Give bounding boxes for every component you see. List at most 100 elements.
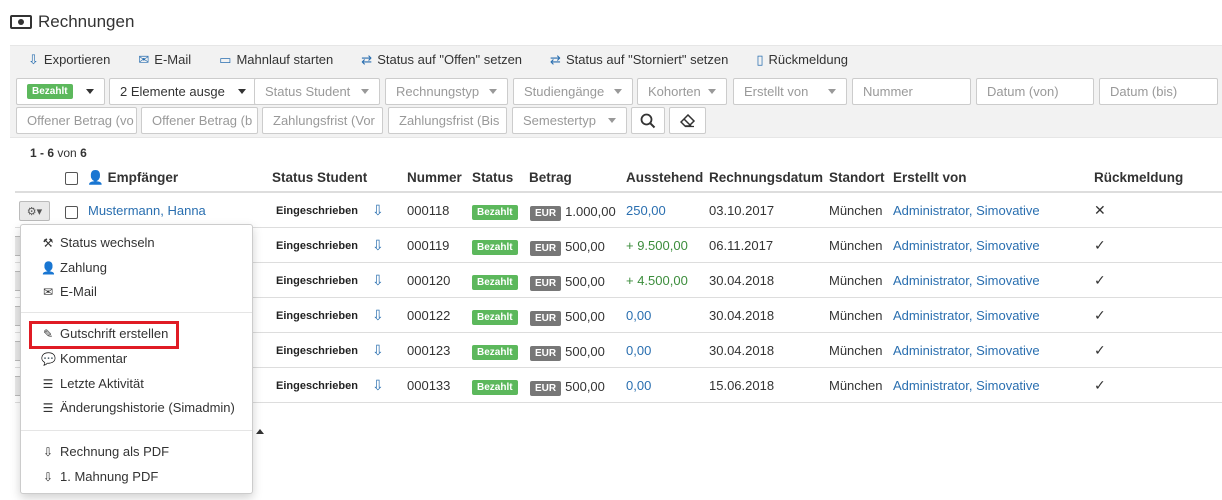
gear-icon: ⚙▾	[26, 205, 43, 218]
created-by-link[interactable]: Administrator, Simovative	[893, 378, 1040, 393]
semester-type-filter[interactable]: Semestertyp	[512, 107, 627, 134]
invoice-type-filter[interactable]: Rechnungstyp	[385, 78, 508, 105]
status-student-filter[interactable]: Status Student	[254, 78, 380, 105]
created-by-link[interactable]: Administrator, Simovative	[893, 308, 1040, 323]
action-toolbar: ⇩ Exportieren ✉ E-Mail ▭ Mahnlauf starte…	[10, 45, 1222, 73]
menu-divider	[21, 430, 252, 431]
invoice-date: 30.04.2018	[709, 273, 775, 288]
col-created-by[interactable]: Erstellt von	[893, 170, 967, 185]
outstanding-amount[interactable]: + 4.500,00	[626, 273, 688, 288]
outstanding-amount[interactable]: 0,00	[626, 378, 651, 393]
feedback-mark: ✕	[1094, 202, 1106, 218]
open-amount-to-input[interactable]: Offener Betrag (b	[141, 107, 258, 134]
created-by-link[interactable]: Administrator, Simovative	[893, 343, 1040, 358]
invoice-number: 000120	[407, 273, 451, 288]
due-from-input[interactable]: Zahlungsfrist (Vor	[262, 107, 383, 134]
download-icon[interactable]: ⇩	[372, 237, 384, 254]
currency-badge: EUR	[530, 346, 562, 361]
invoice-number: 000123	[407, 343, 451, 358]
outstanding-amount[interactable]: 250,00	[626, 203, 666, 218]
menu-payment[interactable]: 👤 Zahlung	[41, 260, 107, 275]
download-icon[interactable]: ⇩	[372, 342, 384, 359]
col-amount[interactable]: Betrag	[529, 170, 572, 185]
envelope-icon: ✉	[42, 284, 54, 299]
download-icon[interactable]: ⇩	[372, 307, 384, 324]
col-outstanding[interactable]: Ausstehend	[626, 170, 703, 185]
menu-last-activity[interactable]: ☰ Letzte Aktivität	[41, 376, 144, 391]
col-status-student[interactable]: Status Student	[272, 170, 367, 185]
col-location[interactable]: Standort	[829, 170, 885, 185]
chevron-down-icon	[238, 89, 246, 94]
menu-change-history[interactable]: ☰ Änderungshistorie (Simadmin)	[41, 400, 235, 415]
clear-filters-button[interactable]	[669, 107, 706, 134]
download-icon[interactable]: ⇩	[372, 202, 384, 219]
row-context-menu: ⚒ Status wechseln 👤 Zahlung ✉ E-Mail ✎ G…	[20, 224, 253, 494]
col-number[interactable]: Nummer	[407, 170, 462, 185]
date-from-input[interactable]: Datum (von)	[976, 78, 1094, 105]
location: München	[829, 273, 883, 288]
due-to-input[interactable]: Zahlungsfrist (Bis	[388, 107, 507, 134]
download-icon[interactable]: ⇩	[372, 272, 384, 289]
feedback-mark: ✓	[1094, 272, 1106, 288]
col-recipient[interactable]: 👤 Empfänger	[87, 170, 178, 186]
status-badge: Bezahlt	[472, 380, 518, 395]
outstanding-amount[interactable]: + 9.500,00	[626, 238, 688, 253]
created-by-link[interactable]: Administrator, Simovative	[893, 238, 1040, 253]
invoice-date: 15.06.2018	[709, 378, 775, 393]
cohorts-filter[interactable]: Kohorten	[637, 78, 727, 105]
money-bill-icon	[10, 15, 32, 29]
feedback-mark: ✓	[1094, 377, 1106, 393]
user-icon: 👤	[87, 170, 104, 185]
selection-dropdown[interactable]: 2 Elemente ausge	[109, 78, 257, 105]
amount: EUR 500,00	[530, 379, 605, 396]
feedback-mark: ✓	[1094, 237, 1106, 253]
chevron-down-icon	[614, 89, 622, 94]
menu-email[interactable]: ✉ E-Mail	[41, 284, 97, 299]
programs-filter[interactable]: Studiengänge	[513, 78, 633, 105]
email-button[interactable]: ✉ E-Mail	[138, 52, 191, 68]
menu-change-status[interactable]: ⚒ Status wechseln	[41, 235, 155, 250]
status-filter-select[interactable]: Bezahlt	[16, 78, 105, 105]
menu-credit-note[interactable]: ✎ Gutschrift erstellen	[41, 326, 168, 341]
menu-dunning-pdf[interactable]: ⇩ 1. Mahnung PDF	[41, 469, 158, 484]
amount: EUR 500,00	[530, 344, 605, 361]
dunning-button[interactable]: ▭ Mahnlauf starten	[219, 52, 333, 68]
credit-card-icon: ▭	[219, 51, 232, 67]
select-all-checkbox[interactable]	[65, 170, 78, 185]
invoice-number: 000118	[407, 203, 450, 218]
row-actions-button[interactable]: ⚙▾	[19, 201, 50, 221]
gavel-icon: ⚒	[42, 235, 54, 250]
currency-badge: EUR	[530, 206, 562, 221]
row-checkbox[interactable]	[65, 204, 78, 220]
created-by-link[interactable]: Administrator, Simovative	[893, 273, 1040, 288]
search-button[interactable]	[631, 107, 665, 134]
number-input[interactable]: Nummer	[852, 78, 971, 105]
status-badge: Bezahlt	[472, 310, 518, 325]
page-title-text: Rechnungen	[38, 12, 135, 31]
location: München	[829, 378, 883, 393]
status-badge: Bezahlt	[472, 275, 518, 290]
col-feedback[interactable]: Rückmeldung	[1094, 170, 1183, 185]
date-to-input[interactable]: Datum (bis)	[1099, 78, 1218, 105]
menu-invoice-pdf[interactable]: ⇩ Rechnung als PDF	[41, 444, 169, 459]
amount: EUR 1.000,00	[530, 204, 616, 221]
pencil-icon: ✎	[42, 326, 54, 341]
download-icon[interactable]: ⇩	[372, 377, 384, 394]
currency-badge: EUR	[530, 276, 562, 291]
set-status-open-button[interactable]: ⇄ Status auf "Offen" setzen	[361, 52, 522, 68]
outstanding-amount[interactable]: 0,00	[626, 308, 651, 323]
created-by-link[interactable]: Administrator, Simovative	[893, 203, 1040, 218]
col-status[interactable]: Status	[472, 170, 513, 185]
exchange-icon: ⇄	[550, 51, 561, 67]
feedback-button[interactable]: ▯ Rückmeldung	[756, 52, 848, 68]
invoice-date: 30.04.2018	[709, 343, 775, 358]
export-button[interactable]: ⇩ Exportieren	[28, 52, 110, 68]
recipient-link[interactable]: Mustermann, Hanna	[88, 203, 206, 218]
user-icon: 👤	[41, 260, 56, 275]
set-status-cancelled-button[interactable]: ⇄ Status auf "Storniert" setzen	[550, 52, 728, 68]
open-amount-from-input[interactable]: Offener Betrag (vo	[16, 107, 137, 134]
outstanding-amount[interactable]: 0,00	[626, 343, 651, 358]
created-by-filter[interactable]: Erstellt von	[733, 78, 847, 105]
col-invoice-date[interactable]: Rechnungsdatum	[709, 170, 823, 185]
menu-comment[interactable]: 💬 Kommentar	[41, 351, 127, 366]
